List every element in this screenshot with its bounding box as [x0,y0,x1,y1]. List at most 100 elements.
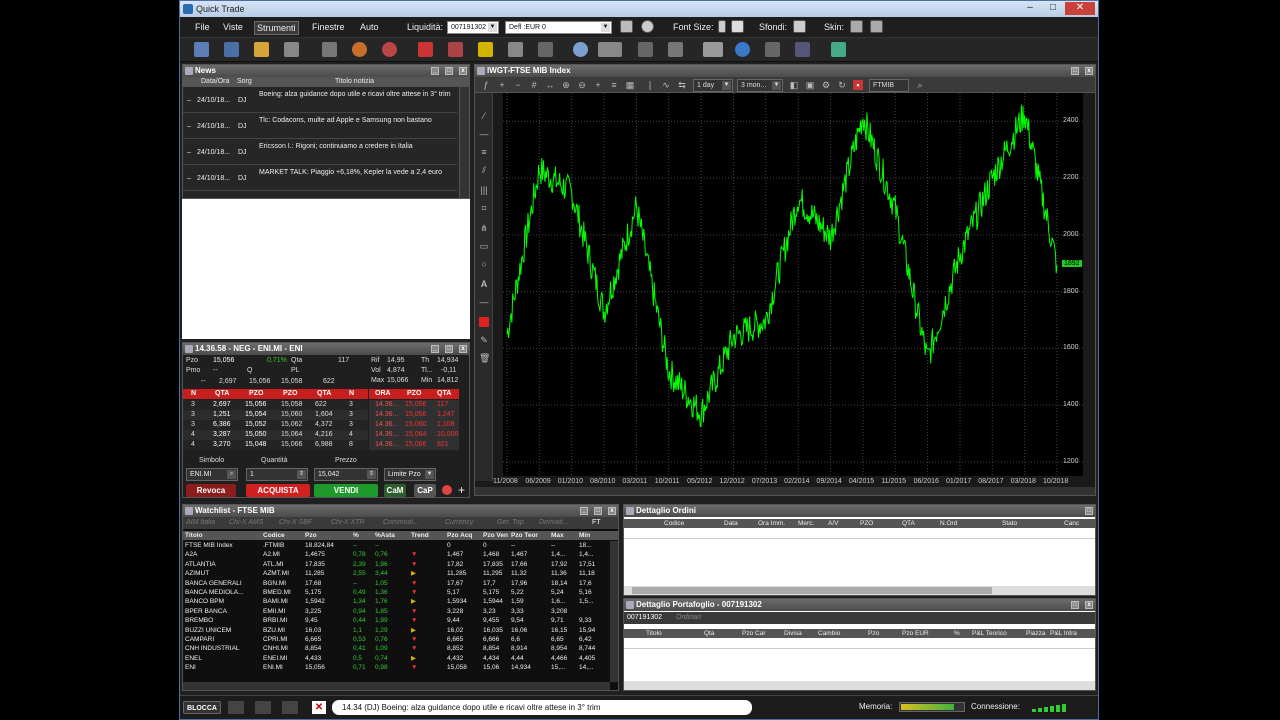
skin-alt-icon[interactable] [870,20,883,33]
menu-viste[interactable]: Viste [221,21,245,33]
watchlist-row[interactable]: BREMBO BRBI.MI 9,45 0,44 1,99 9,44 9,455 9,54 9,… [183,616,610,625]
arrows-icon[interactable] [508,42,523,57]
watchlist-row[interactable]: AZIMUT AZMT.MI 11,285 2,55 3,44 11,285 11,295 1… [183,569,610,578]
portfolio-col-header[interactable]: P&L Teorico [972,629,1007,638]
tools-icon[interactable] [284,42,299,57]
minimize-icon[interactable]: _ [580,507,588,515]
minimize-icon[interactable]: _ [431,67,439,75]
grid-icon[interactable] [322,42,337,57]
vendi-button[interactable]: VENDI [314,484,378,497]
search-icon[interactable]: ⌕ [915,80,925,90]
news-row[interactable]: – 24/10/18... DJ Tlc: Codacons, multe ad… [183,113,457,139]
tab-account[interactable]: 007191302 [627,612,662,624]
watchlist-tab[interactable]: Commodi... [383,517,419,529]
book-level-row[interactable]: 3 2,697 15,056 15,058 622 3 [183,400,368,410]
channel-icon[interactable]: ⫽ [479,165,489,175]
news-icon[interactable] [703,42,723,57]
fibonacci-icon[interactable]: ||| [479,185,489,195]
watchlist-col-header[interactable]: Codice [263,531,285,540]
watchlist-row[interactable]: BANCA MEDIOLA... BMED.MI 5,175 0,49 1,36 5,17… [183,588,610,597]
portfolio-hscrollbar[interactable] [624,681,1095,690]
network-icon[interactable] [228,701,244,714]
orders-col-header[interactable]: PZO [860,519,873,528]
watchlist-tab[interactable]: FT [592,517,601,529]
watchlist-col-header[interactable]: Pzo Teor [511,531,538,540]
zoom-out-icon[interactable]: − [513,80,523,90]
cam-button[interactable]: CaM [384,484,406,497]
watchlist-row[interactable]: BUZZI UNICEM BZU.MI 16,03 1,1 1,29 16,02 16,03… [183,626,610,635]
watchlist-tab[interactable]: Chi-X SBF [279,517,312,529]
close-icon[interactable]: x [608,507,616,515]
rectangle-icon[interactable]: ▭ [479,241,489,251]
portfolio-col-header[interactable]: Cambio [818,629,840,638]
watchlist-tab[interactable]: Chi-X AMS [229,517,263,529]
monitor-icon[interactable] [255,701,271,714]
acquista-button[interactable]: ACQUISTA [246,484,310,497]
ellipse-icon[interactable]: ○ [479,259,489,269]
orders-col-header[interactable]: Data [724,519,738,528]
calls-icon[interactable] [598,42,622,57]
portfolio-col-header[interactable]: Pzo [868,629,879,638]
chart-scrollbar[interactable] [475,487,1095,495]
cursor-icon[interactable]: + [593,80,603,90]
watchlist-col-header[interactable]: %Asta [375,531,395,540]
news-row[interactable]: – 24/10/18... DJ Ericsson I.: Rigoni; co… [183,139,457,165]
menu-file[interactable]: File [193,21,212,33]
minimize-icon[interactable]: _ [431,345,439,353]
watchlist-row[interactable]: CAMPARI CPRI.MI 6,665 0,53 0,76 6,665 6,666 6,6… [183,635,610,644]
layout-icon[interactable]: ▣ [805,80,815,90]
watchlist-col-header[interactable]: Pzo Acq [447,531,472,540]
candle-icon[interactable]: ❘ [645,80,655,90]
horizontal-line-icon[interactable]: — [479,129,489,139]
globe-red-icon[interactable] [382,42,397,57]
symbol-field[interactable]: FTMIB [869,79,909,92]
watchlist-row[interactable]: ATLANTIA ATL.MI 17,835 2,39 1,96 17,82 17,835 1… [183,560,610,569]
col-title[interactable]: Titolo notizia [335,77,374,87]
col-date[interactable]: Data/Ora [201,77,229,87]
orders-col-header[interactable]: Stato [1002,519,1017,528]
zoom-box-icon[interactable]: ⊕ [561,80,571,90]
watchlist-row[interactable]: CNH INDUSTRIAL CNHI.MI 8,854 0,41 1,09 8,852 8… [183,644,610,653]
pie-icon[interactable] [352,42,367,57]
restore-icon[interactable]: □ [445,345,453,353]
chart-plot-area[interactable] [503,93,1083,476]
menu-finestre[interactable]: Finestre [310,21,347,33]
refresh-icon[interactable] [620,20,633,33]
skin-icon[interactable] [850,20,863,33]
prezzo-stepper[interactable]: 15,042 ⇕ [314,468,378,481]
book-level-row[interactable]: 4 3,270 15,048 15,066 6,988 8 [183,440,368,450]
news-scrollbar[interactable] [459,87,469,198]
tags-icon[interactable] [668,42,683,57]
restore-icon[interactable]: □ [1071,601,1079,609]
portfolio-col-header[interactable]: Pzo Car [742,629,765,638]
table-icon[interactable]: ▦ [625,80,635,90]
orders-col-header[interactable]: Merc. [798,519,814,528]
watchlist-row[interactable]: BANCO BPM BAMI.MI 1,5942 1,34 1,76 1,5934 1,59… [183,597,610,606]
orders-col-header[interactable]: QTA [902,519,915,528]
save-icon[interactable] [224,42,239,57]
orders-col-header[interactable]: Codice [664,519,684,528]
pan-icon[interactable]: ↔ [545,80,555,90]
close-icon[interactable]: x [459,67,467,75]
parallel-lines-icon[interactable]: ≡ [479,147,489,157]
star-icon[interactable] [478,42,493,57]
restore-icon[interactable]: □ [594,507,602,515]
color-swatch-icon[interactable] [479,317,489,327]
restore-icon[interactable]: □ [1085,507,1093,515]
news-row[interactable]: – 24/10/18... DJ MARKET TALK: Piaggio +6… [183,165,457,191]
indicator-icon[interactable]: ◧ [789,80,799,90]
watchlist-row[interactable]: BANCA GENERALI BGN.MI 17,68 -- 1,05 17,67 17,7… [183,579,610,588]
cap-button[interactable]: CaP [414,484,436,497]
search-icon[interactable] [573,42,588,57]
maximize-icon[interactable]: □ [1042,2,1064,15]
settings-icon[interactable]: ⚙ [821,80,831,90]
watchlist-tab[interactable]: Derivati... [539,517,569,529]
text-icon[interactable]: A [479,279,489,289]
portfolio-col-header[interactable]: Qta [704,629,714,638]
orders-hscrollbar[interactable] [624,586,1095,595]
trash-icon[interactable]: 🗑 [479,353,490,363]
font-size-stepper[interactable] [718,20,726,33]
portfolio-col-header[interactable]: Titolo [646,629,662,638]
watchlist-col-header[interactable]: Titolo [185,531,203,540]
menu-strumenti[interactable]: Strumenti [254,21,299,35]
